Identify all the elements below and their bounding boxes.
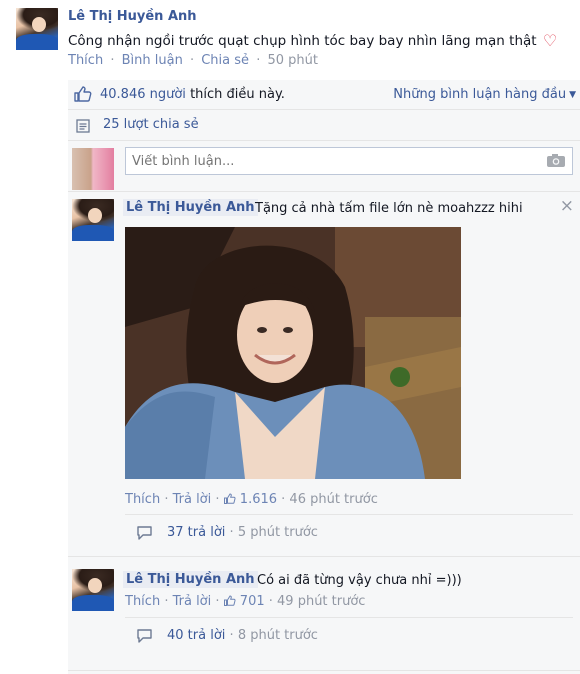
replies-timestamp: 5 phút trước xyxy=(237,525,318,540)
thumbs-up-icon xyxy=(74,86,92,102)
reply-icon xyxy=(137,526,152,540)
replies-count[interactable]: 40 trả lời xyxy=(167,628,225,643)
comment-timestamp[interactable]: 49 phút trước xyxy=(277,594,365,609)
comment-timestamp[interactable]: 46 phút trước xyxy=(289,492,377,507)
comment-text: Tặng cả nhà tấm file lớn nè moahzzz hihi xyxy=(255,201,523,216)
replies-count[interactable]: 37 trả lời xyxy=(167,525,225,540)
heart-icon: ♡ xyxy=(542,31,558,50)
shares-row: 25 lượt chia sẻ xyxy=(68,111,580,141)
comment-actions: Thích · Trả lời · 701 · 49 phút trước xyxy=(125,594,365,609)
separator-dot: · xyxy=(268,594,278,609)
likes-summary: 40.846 người thích điều này. xyxy=(100,87,285,102)
separator-dot: · xyxy=(164,594,173,609)
separator-dot: · xyxy=(189,53,195,68)
thumbs-up-icon xyxy=(223,595,236,606)
comment-photo[interactable] xyxy=(125,227,461,479)
comment-actions: Thích · Trả lời · 1.616 · 46 phút trước xyxy=(125,492,378,507)
post-share-link[interactable]: Chia sẻ xyxy=(201,53,249,68)
comment-like-link[interactable]: Thích xyxy=(125,594,160,609)
separator-dot: · xyxy=(229,628,238,643)
post-author-name[interactable]: Lê Thị Huyền Anh xyxy=(68,9,197,24)
feedback-panel: 40.846 người thích điều này. Những bình … xyxy=(68,80,580,674)
share-icon xyxy=(76,119,90,133)
replies-link-row[interactable]: 40 trả lời · 8 phút trước xyxy=(125,617,573,653)
post-header: Lê Thị Huyền Anh Công nhận ngồi trước qu… xyxy=(0,0,580,76)
separator-dot: · xyxy=(229,525,238,540)
comment-reply-link[interactable]: Trả lời xyxy=(173,492,212,507)
comment-author-name[interactable]: Lê Thị Huyền Anh xyxy=(123,571,258,588)
viewer-avatar xyxy=(72,148,114,190)
top-comments-label: Những bình luận hàng đầu xyxy=(393,87,567,102)
compose-row xyxy=(68,142,580,192)
post-timestamp[interactable]: 50 phút xyxy=(267,53,318,68)
post-actions: Thích · Bình luận · Chia sẻ · 50 phút xyxy=(68,53,318,68)
post-text: Công nhận ngồi trước quạt chụp hình tóc … xyxy=(68,31,557,50)
close-icon[interactable]: × xyxy=(560,196,574,216)
post-like-link[interactable]: Thích xyxy=(68,53,103,68)
likes-row: 40.846 người thích điều này. Những bình … xyxy=(68,80,580,110)
likes-suffix: thích điều này. xyxy=(190,87,285,102)
camera-icon[interactable] xyxy=(546,153,566,168)
comment-like-count[interactable]: 701 xyxy=(240,594,265,609)
comment-input[interactable] xyxy=(125,147,573,175)
comment-text: Có ai đã từng vậy chưa nhỉ =))) xyxy=(257,573,462,588)
comment-item: Lê Thị Huyền Anh Tặng cả nhà tấm file lớ… xyxy=(68,193,580,557)
comment-item: Lê Thị Huyền Anh Có ai đã từng vậy chưa … xyxy=(68,567,580,673)
reply-icon xyxy=(137,629,152,643)
likes-count-link[interactable]: 40.846 người xyxy=(100,87,186,102)
top-comments-dropdown[interactable]: Những bình luận hàng đầu ▼ xyxy=(393,87,576,102)
replies-summary: 37 trả lời · 5 phút trước xyxy=(167,525,318,540)
comment-author-name[interactable]: Lê Thị Huyền Anh xyxy=(123,199,258,216)
comment-like-count[interactable]: 1.616 xyxy=(240,492,277,507)
post-text-content: Công nhận ngồi trước quạt chụp hình tóc … xyxy=(68,33,537,49)
separator-dot: · xyxy=(215,594,224,609)
selfie-illustration xyxy=(125,227,461,479)
thumbs-up-icon xyxy=(223,493,236,504)
panel-bottom-divider xyxy=(68,670,580,674)
post-comment-link[interactable]: Bình luận xyxy=(122,53,183,68)
comment-reply-link[interactable]: Trả lời xyxy=(173,594,212,609)
shares-count-link[interactable]: 25 lượt chia sẻ xyxy=(103,117,199,132)
separator-dot: · xyxy=(110,53,115,68)
separator-dot: · xyxy=(164,492,173,507)
replies-timestamp: 8 phút trước xyxy=(237,628,318,643)
comment-author-avatar[interactable] xyxy=(72,199,114,241)
caret-down-icon: ▼ xyxy=(569,90,576,100)
separator-dot: · xyxy=(256,53,261,68)
separator-dot: · xyxy=(215,492,224,507)
post-author-avatar[interactable] xyxy=(16,8,58,50)
comment-like-link[interactable]: Thích xyxy=(125,492,160,507)
replies-summary: 40 trả lời · 8 phút trước xyxy=(167,628,318,643)
replies-link-row[interactable]: 37 trả lời · 5 phút trước xyxy=(125,514,573,550)
comment-author-avatar[interactable] xyxy=(72,569,114,611)
